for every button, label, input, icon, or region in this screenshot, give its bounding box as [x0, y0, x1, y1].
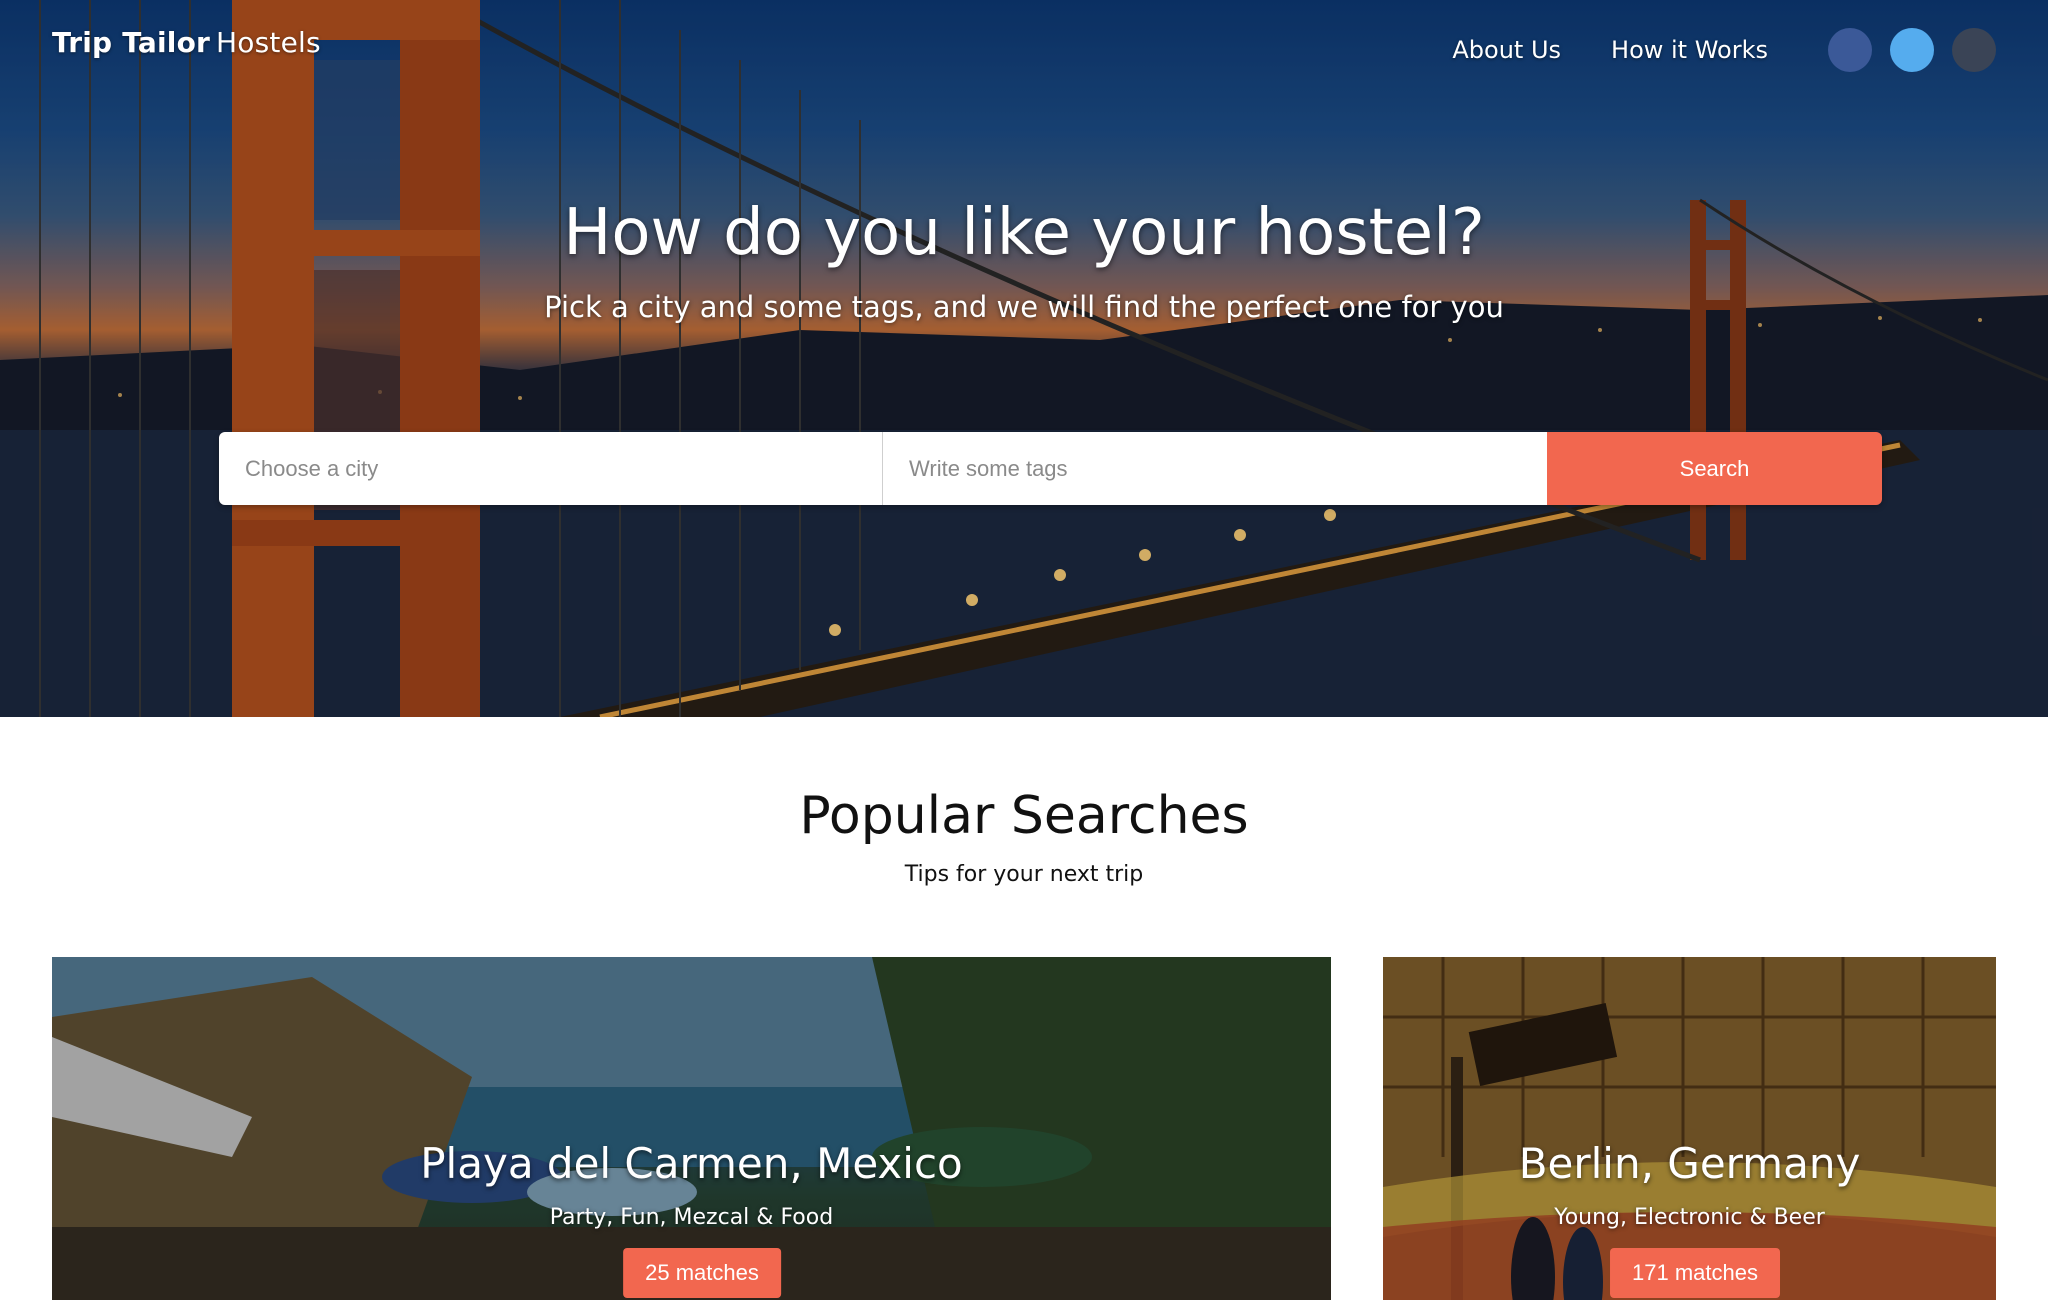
- popular-searches-title: Popular Searches: [799, 786, 1249, 846]
- card-city-title: Playa del Carmen, Mexico: [420, 1139, 963, 1188]
- popular-card-berlin[interactable]: Berlin, Germany Young, Electronic & Beer…: [1383, 957, 1996, 1300]
- search-form: Search: [219, 432, 1882, 505]
- nav-how-it-works-link[interactable]: How it Works: [1611, 36, 1768, 64]
- popular-searches-subtitle: Tips for your next trip: [904, 862, 1144, 887]
- brand-name-bold: Trip Tailor: [52, 26, 211, 59]
- brand-logo[interactable]: Trip Tailor Hostels: [52, 26, 321, 59]
- hero-dark-overlay: [0, 0, 2048, 717]
- search-button[interactable]: Search: [1547, 432, 1882, 505]
- brand-name-regular: Hostels: [216, 26, 321, 59]
- card-city-title: Berlin, Germany: [1518, 1139, 1861, 1188]
- nav-about-link[interactable]: About Us: [1452, 36, 1561, 64]
- city-input[interactable]: [219, 432, 883, 505]
- card-tags: Young, Electronic & Beer: [1554, 1205, 1825, 1230]
- card-tags: Party, Fun, Mezcal & Food: [549, 1205, 834, 1230]
- popular-card-playa-del-carmen[interactable]: Playa del Carmen, Mexico Party, Fun, Mez…: [52, 957, 1331, 1300]
- hero-title: How do you like your hostel?: [563, 196, 1485, 270]
- hero-subtitle: Pick a city and some tags, and we will f…: [544, 290, 1504, 324]
- tags-input[interactable]: [883, 432, 1547, 505]
- github-icon[interactable]: [1952, 28, 1996, 72]
- facebook-icon[interactable]: [1828, 28, 1872, 72]
- hero-section: Trip Tailor Hostels About Us How it Works…: [0, 0, 2048, 717]
- matches-badge[interactable]: 25 matches: [623, 1248, 781, 1298]
- matches-badge[interactable]: 171 matches: [1610, 1248, 1780, 1298]
- top-nav: About Us How it Works: [1452, 28, 1996, 72]
- twitter-icon[interactable]: [1890, 28, 1934, 72]
